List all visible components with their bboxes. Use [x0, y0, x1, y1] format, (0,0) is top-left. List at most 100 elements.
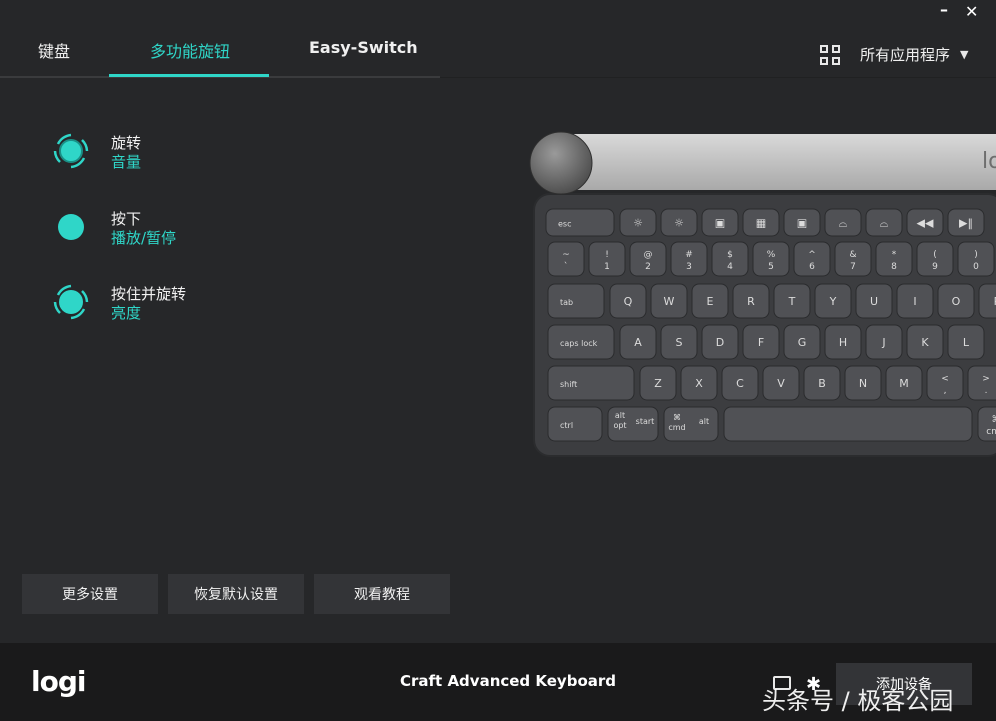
logi-logo: logi — [31, 665, 86, 698]
key-label: ▣ — [715, 217, 725, 230]
key-sublabel: 2 — [645, 262, 651, 272]
key-label: ^ — [808, 250, 816, 260]
key-punct: >. — [967, 365, 996, 401]
key-label: A — [634, 336, 642, 349]
key-esc — [545, 208, 615, 237]
key-label: N — [859, 377, 867, 390]
key-sublabel: cmd — [986, 427, 996, 437]
key-label: M — [899, 377, 909, 390]
key-label: E — [707, 295, 714, 308]
key-sublabel: . — [985, 386, 988, 396]
key-number: )0 — [957, 241, 995, 277]
key-label: ⌓ — [880, 217, 889, 230]
key-sublabel: 4 — [727, 262, 733, 272]
key-letter: M — [885, 365, 923, 401]
grid-icon — [820, 44, 840, 65]
key-label: D — [716, 336, 724, 349]
key-label: ▶‖ — [959, 217, 973, 230]
key-cmd-right: ⌘ cmd — [977, 406, 996, 442]
key-sublabel: 6 — [809, 262, 815, 272]
key-letter: J — [865, 324, 903, 360]
tab-crown[interactable]: 多功能旋钮 — [150, 38, 230, 62]
key-letter: D — [701, 324, 739, 360]
key-sublabel: 8 — [891, 262, 897, 272]
key-label: B — [818, 377, 826, 390]
key-number: !1 — [588, 241, 626, 277]
key-letter: V — [762, 365, 800, 401]
key-label: W — [664, 295, 675, 308]
key-fn: ▣ — [701, 208, 739, 237]
tab-easy-switch[interactable]: Easy-Switch — [309, 38, 418, 57]
tab-keyboard[interactable]: 键盘 — [38, 38, 70, 62]
action-title: 旋转 — [111, 134, 142, 152]
key-label: opt — [613, 421, 626, 430]
key-label: # — [685, 250, 693, 260]
watermark: 头条号 / 极客公园 — [762, 687, 954, 715]
crown-knob — [529, 131, 593, 195]
key-number: @2 — [629, 241, 667, 277]
key-label: ! — [605, 250, 609, 260]
key-label: ctrl — [560, 421, 573, 430]
key-letter: Y — [814, 283, 852, 319]
close-button[interactable]: ✕ — [965, 2, 978, 21]
key-number: *8 — [875, 241, 913, 277]
more-settings-button[interactable]: 更多设置 — [22, 574, 158, 614]
key-label: G — [798, 336, 807, 349]
key-letter: X — [680, 365, 718, 401]
device-name[interactable]: Craft Advanced Keyboard — [400, 672, 616, 690]
key-fn: ☼ — [619, 208, 657, 237]
key-label: X — [695, 377, 703, 390]
key-label: % — [767, 250, 776, 260]
key-letter: Q — [609, 283, 647, 319]
key-number: ^6 — [793, 241, 831, 277]
minimize-button[interactable]: – — [940, 0, 948, 19]
key-label: ) — [974, 250, 978, 260]
key-label: ◀◀ — [917, 217, 934, 230]
key-letter: E — [691, 283, 729, 319]
key-letter: T — [773, 283, 811, 319]
key-letter: W — [650, 283, 688, 319]
key-letter: R — [732, 283, 770, 319]
key-sublabel: 9 — [932, 262, 938, 272]
restore-defaults-button[interactable]: 恢复默认设置 — [168, 574, 304, 614]
action-value: 亮度 — [111, 304, 142, 322]
key-letter: B — [803, 365, 841, 401]
key-sublabel: 3 — [686, 262, 692, 272]
key-fn: ⌓ — [865, 208, 903, 237]
key-number: %5 — [752, 241, 790, 277]
key-fn: ⌓ — [824, 208, 862, 237]
key-letter: N — [844, 365, 882, 401]
header-divider — [440, 77, 996, 78]
key-letter: O — [937, 283, 975, 319]
key-letter: F — [742, 324, 780, 360]
brand-mark: lo — [982, 149, 996, 174]
watch-tutorial-button[interactable]: 观看教程 — [314, 574, 450, 614]
keyboard-image: lo esc ☼ ☼ ▣ ▦ ▣ ⌓ ⌓ ◀◀ ▶‖~`!1@2#3$4%5^6&7*8(9)0t… — [529, 131, 996, 457]
key-letter: C — [721, 365, 759, 401]
key-label: R — [747, 295, 755, 308]
key-number: &7 — [834, 241, 872, 277]
key-letter: L — [947, 324, 985, 360]
key-label: * — [892, 250, 897, 260]
key-label: C — [736, 377, 744, 390]
key-label: esc — [558, 220, 572, 229]
key-label: alt — [699, 417, 709, 426]
key-label: @ — [644, 250, 653, 260]
key-sublabel: 1 — [604, 262, 610, 272]
action-press-rotate[interactable]: 按住并旋转 亮度 — [52, 281, 352, 331]
key-label: alt — [615, 411, 625, 420]
key-letter: G — [783, 324, 821, 360]
app-selector[interactable]: 所有应用程序 ▼ — [820, 44, 968, 65]
action-press[interactable]: 按下 播放/暂停 — [52, 206, 352, 256]
key-fn: ▣ — [783, 208, 821, 237]
action-rotate[interactable]: 旋转 音量 — [52, 130, 352, 180]
key-letter: A — [619, 324, 657, 360]
key-label: caps lock — [560, 339, 598, 348]
press-icon — [58, 214, 84, 240]
app-selector-label: 所有应用程序 — [860, 46, 951, 64]
key-label: & — [849, 250, 856, 260]
key-sublabel: 5 — [768, 262, 774, 272]
key-label: ⌘ — [673, 413, 681, 422]
key-space — [723, 406, 973, 442]
key-label: Q — [624, 295, 633, 308]
